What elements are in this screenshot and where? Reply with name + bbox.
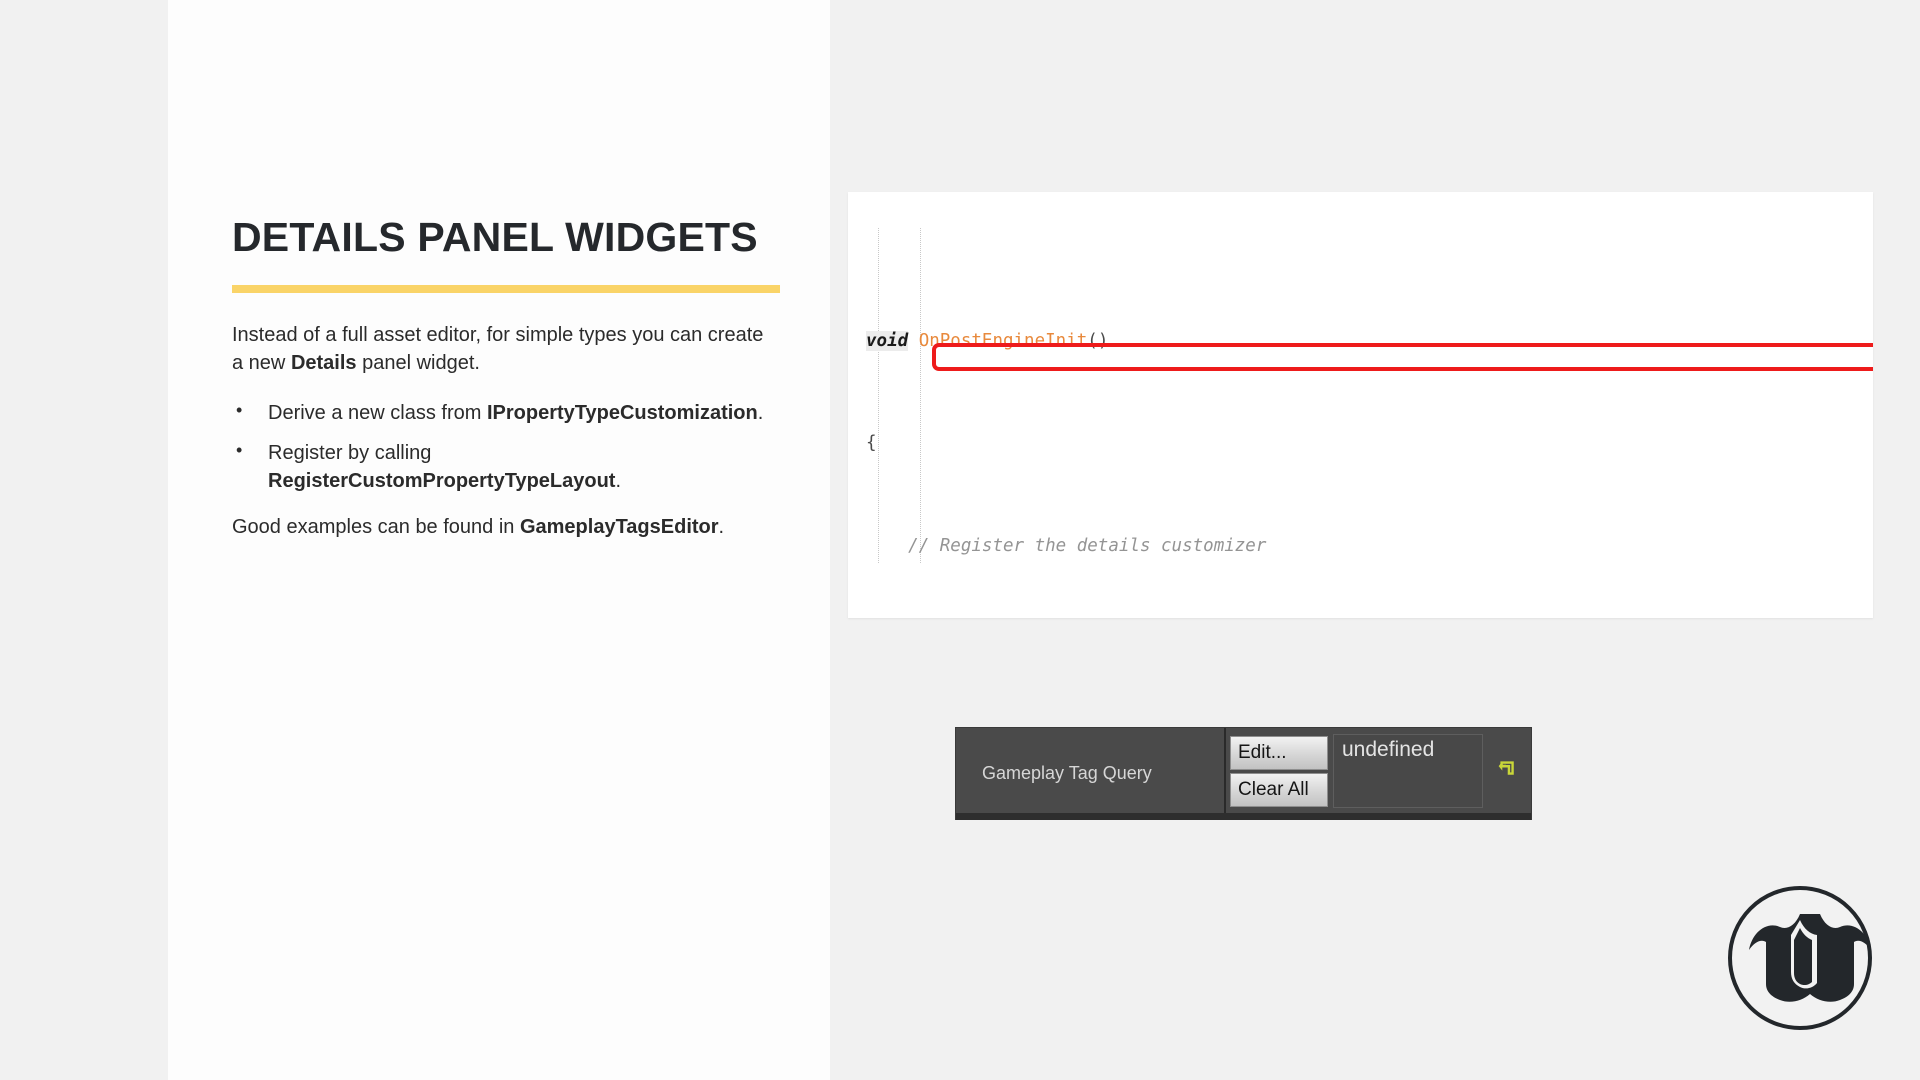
bullet-bold: IPropertyTypeCustomization <box>486 401 758 424</box>
code-token-keyword: void <box>866 330 909 351</box>
list-item: Register by calling RegisterCustomProper… <box>232 438 777 495</box>
widget-bottom-strip <box>956 813 1531 820</box>
bullet-text: Register by calling <box>268 441 432 464</box>
code-token-function: OnPostEngineInit <box>918 330 1088 351</box>
intro-bold: Details <box>290 352 357 375</box>
button-column: Edit... Clear All <box>1230 734 1328 807</box>
edit-button[interactable]: Edit... <box>1230 736 1328 770</box>
property-value-cell: Edit... Clear All undefined <box>1226 728 1531 819</box>
closing-after: . <box>718 515 725 538</box>
bullet-tail: . <box>757 401 764 424</box>
intro-after: panel widget. <box>356 352 480 375</box>
indent-guide <box>920 228 921 563</box>
code-screenshot: void OnPostEngineInit() { // Register th… <box>848 192 1873 618</box>
clear-all-button[interactable]: Clear All <box>1230 773 1328 807</box>
closing-before: Good examples can be found in <box>232 515 520 538</box>
revert-arrow-icon[interactable] <box>1497 758 1519 780</box>
code-line: void OnPostEngineInit() <box>866 330 1109 351</box>
title-accent-rule <box>232 285 780 294</box>
bullet-text: Derive a new class from <box>268 401 487 424</box>
list-item: Derive a new class from IPropertyTypeCus… <box>232 398 777 427</box>
code-token-comment: // Register the details customizer <box>908 535 1267 556</box>
page-title: DETAILS PANEL WIDGETS <box>232 214 758 260</box>
code-line: { <box>866 433 877 454</box>
slide-text-column: DETAILS PANEL WIDGETS Instead of a full … <box>232 212 780 561</box>
details-panel-widget: Gameplay Tag Query Edit... Clear All und… <box>956 728 1531 820</box>
property-label: Gameplay Tag Query <box>956 728 1226 819</box>
code-content: void OnPostEngineInit() { // Register th… <box>848 192 1873 618</box>
bullet-list: Derive a new class from IPropertyTypeCus… <box>232 398 777 495</box>
closing-bold: GameplayTagsEditor <box>519 515 719 538</box>
code-line: // Register the details customizer <box>866 534 1873 560</box>
query-value-field[interactable]: undefined <box>1333 734 1483 808</box>
unreal-engine-logo <box>1726 884 1874 1032</box>
closing-paragraph: Good examples can be found in GameplayTa… <box>232 513 777 541</box>
indent-guide <box>878 228 879 563</box>
bullet-tail: . <box>615 469 622 492</box>
intro-paragraph: Instead of a full asset editor, for simp… <box>232 321 777 378</box>
bullet-bold: RegisterCustomPropertyTypeLayout <box>268 469 616 492</box>
slide-canvas: DETAILS PANEL WIDGETS Instead of a full … <box>0 0 1920 1080</box>
